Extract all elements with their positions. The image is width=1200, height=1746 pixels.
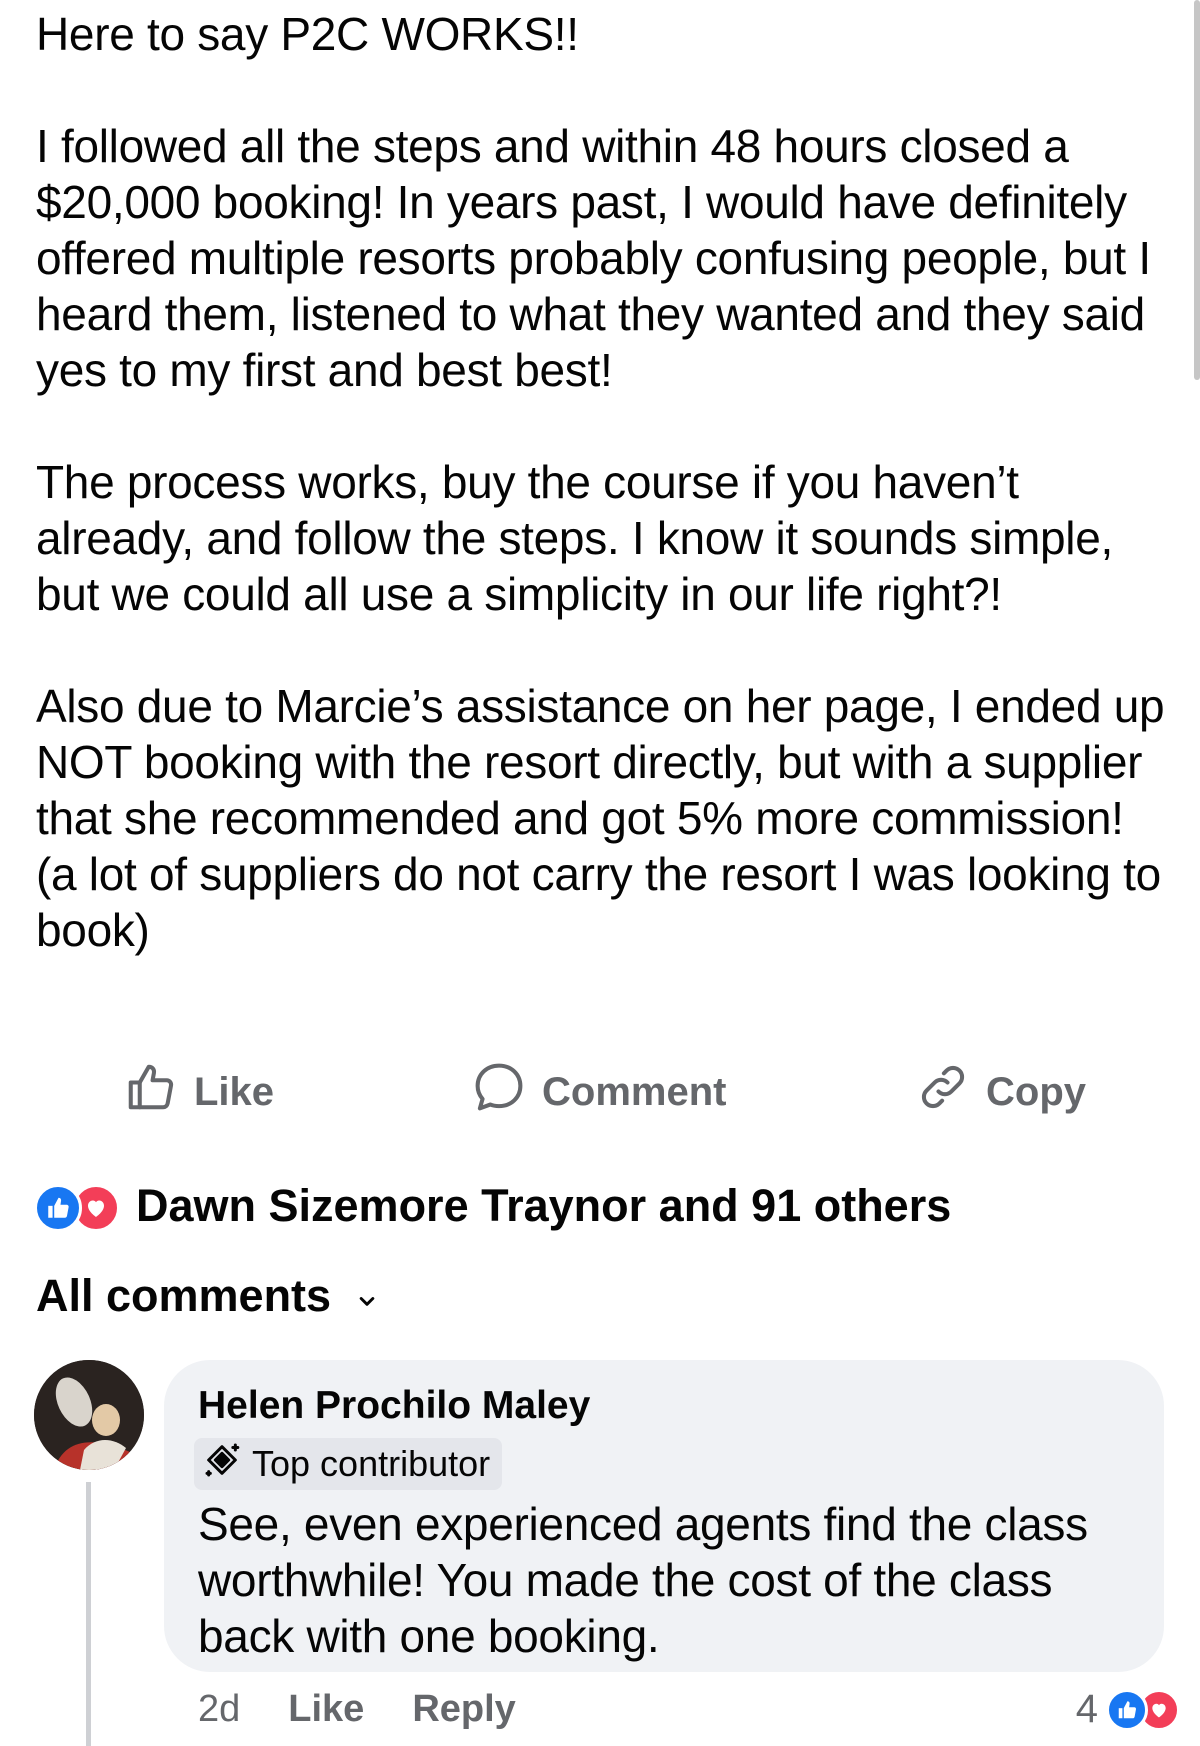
like-reaction-icon (34, 1184, 82, 1232)
reaction-icons (34, 1184, 124, 1232)
comment-text: See, even experienced agents find the cl… (198, 1498, 1088, 1662)
comment-reaction-icons (1106, 1687, 1180, 1731)
post-body: Here to say P2C WORKS!! I followed all t… (36, 6, 1166, 1014)
like-reaction-icon (1106, 1689, 1148, 1731)
comment-reaction-count: 4 (1075, 1686, 1098, 1731)
comments-filter-label: All comments (36, 1270, 332, 1321)
post-actions-bar: Like Comment Copy (0, 1062, 1200, 1122)
comment-timestamp[interactable]: 2d (198, 1688, 240, 1731)
commenter-name[interactable]: Helen Prochilo Maley (198, 1384, 590, 1428)
like-button[interactable]: Like (124, 1062, 274, 1122)
post-paragraph: Also due to Marcie’s assistance on her p… (36, 680, 1165, 956)
badge-label: Top contributor (252, 1443, 491, 1484)
thumbs-up-icon (124, 1060, 194, 1124)
sparkle-diamond-icon (202, 1440, 252, 1489)
reactions-summary[interactable]: Dawn Sizemore Traynor and 91 others (34, 1176, 951, 1236)
comment-like-button[interactable]: Like (288, 1688, 364, 1731)
chevron-down-icon (331, 1270, 377, 1322)
comment-reactions[interactable]: 4 (1075, 1684, 1180, 1734)
comment-bubble-icon (472, 1060, 542, 1124)
copy-label: Copy (986, 1069, 1086, 1114)
avatar[interactable] (34, 1360, 144, 1470)
reactions-summary-text: Dawn Sizemore Traynor and 91 others (136, 1180, 952, 1231)
post-paragraph: I followed all the steps and within 48 h… (36, 120, 1151, 396)
post-paragraph: Here to say P2C WORKS!! (36, 8, 579, 60)
post-paragraph: The process works, buy the course if you… (36, 456, 1113, 620)
comments-filter-dropdown[interactable]: All comments (36, 1270, 377, 1322)
scrollbar[interactable] (1194, 0, 1200, 380)
copy-button[interactable]: Copy (916, 1062, 1086, 1122)
link-icon (916, 1060, 986, 1124)
comment-reply-button[interactable]: Reply (412, 1688, 515, 1731)
like-label: Like (194, 1069, 275, 1114)
comment-bubble: Helen Prochilo Maley Top contributor See… (164, 1360, 1164, 1672)
thread-line (86, 1482, 91, 1746)
comment-label: Comment (542, 1069, 727, 1114)
top-contributor-badge[interactable]: Top contributor (194, 1438, 503, 1490)
comment-button[interactable]: Comment (472, 1062, 726, 1122)
comment-meta: 2d Like Reply (198, 1684, 564, 1734)
